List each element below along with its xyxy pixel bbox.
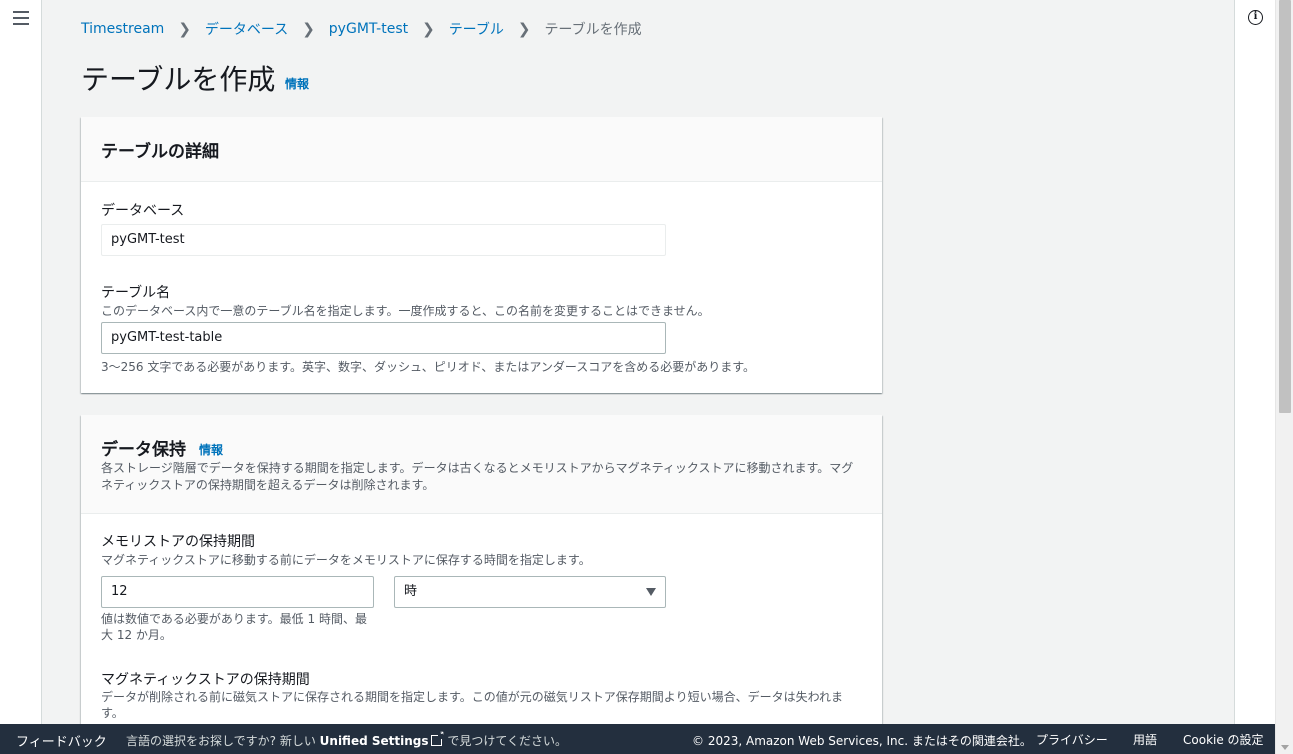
- main-content: Timestream ❯ データベース ❯ pyGMT-test ❯ テーブル …: [42, 0, 1234, 724]
- vertical-scrollbar[interactable]: [1275, 0, 1293, 754]
- data-retention-title: データ保持: [101, 440, 186, 460]
- memory-store-constraint: 値は数値である必要があります。最低 1 時間、最 大 12 か月。: [101, 611, 367, 643]
- privacy-link[interactable]: プライバシー: [1036, 731, 1108, 748]
- magnetic-store-description-line: す。: [101, 706, 124, 720]
- database-field: pyGMT-test: [101, 224, 666, 256]
- magnetic-store-description: データが削除される前に磁気ストアに保存される期間を指定します。この値が元の磁気リ…: [101, 689, 843, 721]
- memory-store-value-input[interactable]: 12: [101, 576, 374, 608]
- data-retention-panel: データ保持 情報 各ストレージ階層でデータを保持する期間を指定します。データは古…: [81, 415, 882, 724]
- feedback-link[interactable]: フィードバック: [16, 731, 107, 750]
- table-details-title: テーブルの詳細: [101, 142, 219, 162]
- language-notice-prefix: 言語の選択をお探しですか? 新しい: [126, 734, 316, 748]
- table-details-header: テーブルの詳細: [81, 117, 882, 182]
- page-title: テーブルを作成: [81, 63, 276, 96]
- footer: フィードバック 言語の選択をお探しですか? 新しい Unified Settin…: [0, 724, 1275, 754]
- chevron-right-icon: ❯: [302, 20, 315, 38]
- scrollbar-thumb[interactable]: [1279, 0, 1291, 413]
- database-label: データベース: [101, 203, 185, 219]
- hamburger-menu-icon[interactable]: [13, 11, 29, 25]
- memory-store-unit-value: 時: [404, 584, 418, 599]
- data-retention-description: 各ストレージ階層でデータを保持する期間を指定します。データは古くなるとメモリスト…: [101, 460, 871, 494]
- table-details-panel: テーブルの詳細 データベース pyGMT-test テーブル名 このデータベース…: [81, 117, 882, 393]
- breadcrumb: Timestream ❯ データベース ❯ pyGMT-test ❯ テーブル …: [81, 19, 642, 39]
- data-retention-description-line: 各ストレージ階層でデータを保持する期間を指定します。データは古くなるとメモリスト…: [101, 461, 854, 475]
- breadcrumb-timestream[interactable]: Timestream: [81, 21, 164, 37]
- memory-store-unit-select[interactable]: 時: [394, 576, 666, 608]
- scroll-down-arrow-icon[interactable]: [1281, 745, 1289, 750]
- left-navigation-rail: [0, 0, 42, 724]
- memory-store-description: マグネティックストアに移動する前にデータをメモリストアに保存する時間を指定します…: [101, 553, 591, 567]
- data-retention-header: データ保持 情報 各ストレージ階層でデータを保持する期間を指定します。データは古…: [81, 415, 882, 514]
- data-retention-info-link[interactable]: 情報: [199, 441, 223, 458]
- external-link-icon: [430, 730, 445, 746]
- magnetic-store-label: マグネティックストアの保持期間: [101, 672, 310, 688]
- unified-settings-link[interactable]: Unified Settings: [320, 734, 429, 748]
- cookie-settings-link[interactable]: Cookie の設定: [1183, 731, 1264, 748]
- memory-store-constraint-line: 値は数値である必要があります。最低 1 時間、最: [101, 612, 367, 626]
- table-name-constraint: 3〜256 文字である必要があります。英字、数字、ダッシュ、ピリオド、またはアン…: [101, 360, 756, 374]
- language-notice-suffix: で見つけてください。: [447, 734, 567, 748]
- table-name-label: テーブル名: [101, 285, 171, 301]
- chevron-right-icon: ❯: [517, 20, 531, 38]
- chevron-right-icon: ❯: [178, 20, 191, 38]
- right-tools-rail: i: [1234, 0, 1275, 724]
- data-retention-description-line: ネティックストアの保持期間を超えるデータは削除されます。: [101, 478, 435, 492]
- language-settings-notice: 言語の選択をお探しですか? 新しい Unified Settings で見つけて…: [126, 730, 567, 749]
- memory-store-label: メモリストアの保持期間: [101, 534, 255, 550]
- memory-store-constraint-line: 大 12 か月。: [101, 628, 172, 642]
- terms-link[interactable]: 用語: [1133, 731, 1157, 748]
- table-name-input[interactable]: pyGMT-test-table: [101, 322, 666, 354]
- table-name-description: このデータベース内で一意のテーブル名を指定します。一度作成すると、この名前を変更…: [101, 304, 710, 318]
- breadcrumb-databases[interactable]: データベース: [205, 19, 288, 39]
- info-icon[interactable]: i: [1248, 10, 1263, 25]
- chevron-right-icon: ❯: [422, 20, 435, 38]
- breadcrumb-tables[interactable]: テーブル: [449, 19, 504, 39]
- caret-down-icon: [646, 588, 656, 596]
- breadcrumb-database-name[interactable]: pyGMT-test: [329, 21, 408, 37]
- page-info-link[interactable]: 情報: [285, 75, 309, 92]
- copyright-text: © 2023, Amazon Web Services, Inc. またはその関…: [692, 734, 1032, 748]
- breadcrumb-current: テーブルを作成: [544, 22, 642, 38]
- magnetic-store-description-line: データが削除される前に磁気ストアに保存される期間を指定します。この値が元の磁気リ…: [101, 690, 843, 704]
